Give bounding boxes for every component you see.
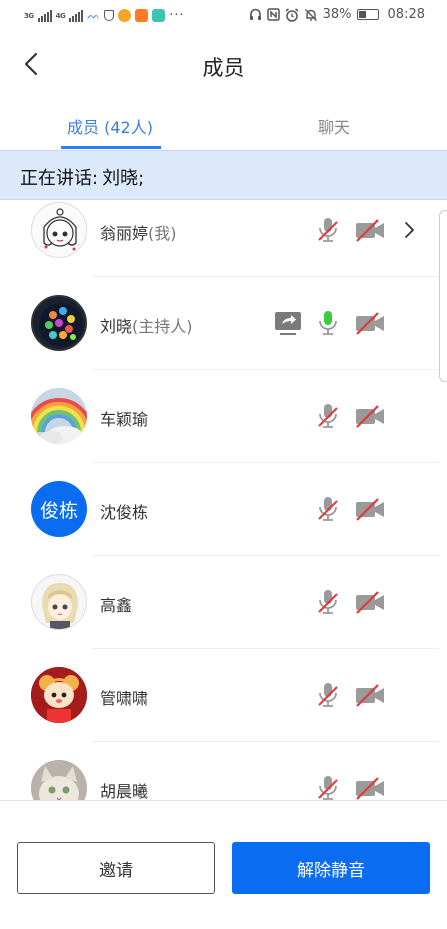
avatar (31, 667, 87, 723)
header: 成员 (0, 32, 447, 96)
member-name-text: 胡晨曦 (100, 782, 149, 800)
camera-off-icon[interactable] (354, 774, 386, 800)
camera-off-icon[interactable] (354, 309, 386, 337)
mic-muted-icon[interactable] (316, 774, 340, 800)
clock: 08:28 (387, 7, 425, 22)
headset-icon (249, 8, 261, 20)
member-row[interactable]: 胡晨曦 (0, 742, 447, 800)
nfc-icon (266, 8, 280, 21)
bottom-action-bar: 邀请 解除静音 (0, 800, 447, 929)
app-notification-icon (152, 9, 166, 22)
scroll-indicator[interactable] (439, 210, 447, 382)
cat-avatar-icon (31, 760, 87, 800)
avatar-initials: 俊栋 (39, 499, 78, 522)
mic-muted-icon[interactable] (316, 402, 340, 430)
more-icon: ··· (169, 8, 185, 23)
network-3g-label: 3G (24, 11, 34, 20)
mic-muted-icon[interactable] (316, 681, 340, 709)
member-row[interactable]: 高鑫 (0, 556, 447, 649)
avatar (31, 388, 87, 444)
sketch-girl-avatar-icon (43, 208, 77, 251)
page-title: 成员 (202, 56, 245, 80)
mic-muted-icon[interactable] (316, 216, 340, 244)
avatar (31, 574, 87, 630)
mute-icon (304, 8, 317, 21)
alarm-icon (285, 7, 299, 22)
member-row[interactable]: 管啸啸 (0, 649, 447, 742)
invite-button[interactable]: 邀请 (17, 842, 215, 894)
member-row[interactable]: 刘晓(主持人) (0, 277, 447, 370)
camera-off-icon[interactable] (354, 402, 386, 430)
tab-bar: 成员 (42人) 聊天 (0, 96, 447, 150)
member-name: 沈俊栋 (100, 499, 148, 523)
member-name-text: 车颖瑜 (100, 410, 149, 429)
member-name-text: 高鑫 (100, 596, 133, 615)
member-name-text: 沈俊栋 (100, 503, 149, 522)
anime-character-avatar-icon (42, 583, 78, 629)
avatar (31, 295, 87, 351)
status-right: 38% 08:28 (249, 7, 425, 22)
app-notification-icon: ᨓ (87, 9, 101, 22)
avatar: 俊栋 (31, 481, 87, 537)
active-tab-indicator (61, 146, 161, 149)
status-bar: 3G 4G ᨓ ··· 38% 08:28 (0, 0, 447, 32)
cartoon-mouse-avatar-icon (31, 667, 87, 723)
avatar (31, 202, 87, 258)
member-name: 翁丽婷(我) (100, 220, 177, 244)
speaking-label: 正在讲话: (20, 168, 99, 189)
signal-icon (69, 9, 84, 22)
screen-share-icon[interactable] (274, 309, 302, 337)
camera-off-icon[interactable] (354, 495, 386, 523)
camera-off-icon[interactable] (354, 681, 386, 709)
member-name: 胡晨曦 (100, 778, 148, 800)
member-role: (主持人) (132, 317, 193, 336)
mic-muted-icon[interactable] (316, 588, 340, 616)
signal-icon (37, 9, 52, 22)
speaking-names: 刘晓; (102, 168, 145, 189)
rainbow-avatar-icon (31, 388, 87, 444)
chevron-right-icon[interactable] (402, 220, 416, 240)
member-row[interactable]: 车颖瑜 (0, 370, 447, 463)
speaking-banner: 正在讲话: 刘晓; (0, 150, 447, 200)
camera-off-icon[interactable] (354, 588, 386, 616)
network-4g-label: 4G (55, 11, 66, 20)
app-notification-icon (104, 10, 115, 21)
member-row[interactable]: 俊栋 沈俊栋 (0, 463, 447, 556)
member-row[interactable]: 翁丽婷(我) (0, 200, 447, 277)
battery-percent: 38% (322, 7, 352, 22)
camera-off-icon[interactable] (354, 216, 386, 244)
tab-members[interactable]: 成员 (42人) (67, 114, 153, 138)
battery-icon (356, 9, 379, 20)
member-role: (我) (148, 224, 177, 243)
mic-muted-icon[interactable] (316, 495, 340, 523)
tab-chat[interactable]: 聊天 (318, 114, 350, 138)
member-name-text: 翁丽婷 (100, 224, 149, 243)
member-name: 车颖瑜 (100, 406, 148, 430)
member-name-text: 刘晓 (100, 317, 133, 336)
colorful-circles-avatar-icon (39, 303, 83, 347)
mic-active-icon[interactable] (316, 309, 340, 337)
member-name: 高鑫 (100, 592, 132, 616)
member-list[interactable]: 翁丽婷(我) 刘晓(主持人) 车颖瑜 俊栋 沈俊栋 高鑫 管啸啸 胡晨曦 (0, 200, 447, 800)
member-name: 管啸啸 (100, 685, 148, 709)
weibo-icon (118, 9, 132, 22)
member-name-text: 管啸啸 (100, 689, 149, 708)
status-left: 3G 4G ᨓ ··· (24, 8, 185, 23)
avatar (31, 760, 87, 800)
taobao-icon (135, 9, 149, 22)
unmute-button[interactable]: 解除静音 (232, 842, 430, 894)
member-name: 刘晓(主持人) (100, 313, 193, 337)
